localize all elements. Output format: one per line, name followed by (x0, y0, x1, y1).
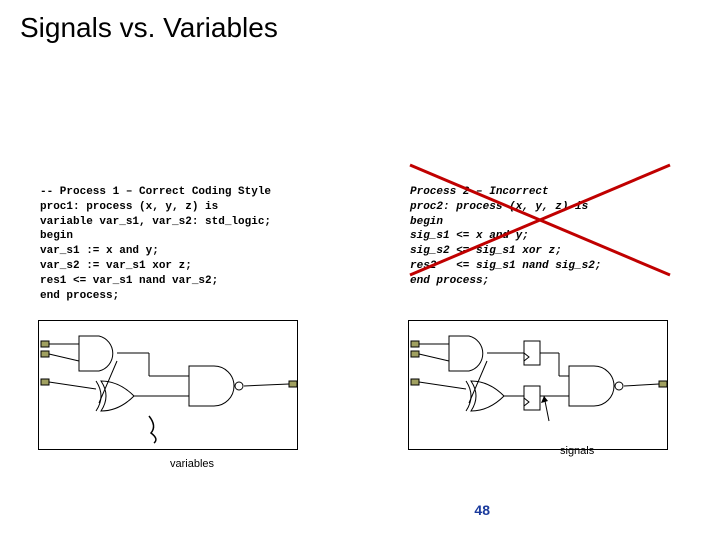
code-line: res1 <= var_s1 nand var_s2; (40, 275, 218, 287)
code-line: var_s2 := var_s1 xor z; (40, 260, 192, 272)
code-line: sig_s1 <= x and y; (410, 230, 529, 242)
code-line: Process 2 – Incorrect (410, 186, 549, 198)
code-line: sig_s2 <= sig_s1 xor z; (410, 245, 562, 257)
code-line: end process; (40, 290, 119, 302)
circuit-diagram-variables (38, 320, 298, 450)
process2-code: Process 2 – Incorrect proc2: process (x,… (410, 170, 601, 289)
caption-variables: variables (170, 458, 214, 470)
code-line: begin (410, 216, 443, 228)
code-line: var_s1 := x and y; (40, 245, 159, 257)
code-line: res2 <= sig_s1 nand sig_s2; (410, 260, 601, 272)
page-title: Signals vs. Variables (20, 12, 278, 44)
code-line: end process; (410, 275, 489, 287)
process1-code: -- Process 1 – Correct Coding Style proc… (40, 170, 271, 304)
circuit-diagram-signals (408, 320, 668, 450)
code-line: proc2: process (x, y, z) is (410, 201, 588, 213)
code-line: begin (40, 230, 73, 242)
code-line: variable var_s1, var_s2: std_logic; (40, 216, 271, 228)
page-number: 48 (474, 502, 490, 518)
caption-signals: signals (560, 445, 594, 457)
code-line: proc1: process (x, y, z) is (40, 201, 218, 213)
code-line: -- Process 1 – Correct Coding Style (40, 186, 271, 198)
